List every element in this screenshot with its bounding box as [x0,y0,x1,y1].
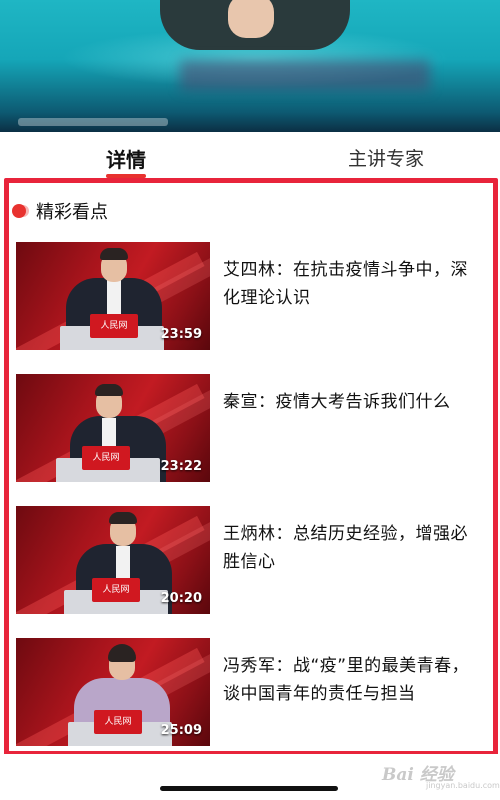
video-player-banner[interactable] [0,0,500,132]
speaker-hair [95,384,123,396]
video-duration: 23:59 [160,327,202,342]
baidu-watermark: Bai 经验 jingyan.baidu.com [382,760,500,794]
video-duration: 20:20 [160,591,202,606]
video-thumbnail[interactable]: 人民网 23:22 [16,374,210,482]
section-header: 精彩看点 [12,198,108,224]
video-title[interactable]: 冯秀军：战“疫”里的最美青春，谈中国青年的责任与担当 [223,652,485,708]
list-item[interactable]: 人民网 23:59 艾四林：在抗击疫情斗争中，深化理论认识 [16,242,486,350]
bottom-bar: Bai 经验 jingyan.baidu.com [0,754,500,800]
banner-blur [180,60,430,90]
tab-bar: 详情 主讲专家 [0,132,500,178]
speaker-hair [109,512,137,524]
podium-logo: 人民网 [92,578,140,602]
list-item[interactable]: 人民网 25:09 冯秀军：战“疫”里的最美青春，谈中国青年的责任与担当 [16,638,486,746]
video-thumbnail[interactable]: 人民网 25:09 [16,638,210,746]
speaker-hair [100,248,128,260]
watermark-sub: jingyan.baidu.com [426,781,500,790]
video-caption-bar [18,118,168,126]
home-indicator[interactable] [160,786,338,791]
tab-experts-label: 主讲专家 [348,148,425,170]
list-item[interactable]: 人民网 23:22 秦宣：疫情大考告诉我们什么 [16,374,486,482]
tab-experts[interactable]: 主讲专家 [348,144,424,171]
presenter-hand [228,0,274,38]
video-thumbnail[interactable]: 人民网 23:59 [16,242,210,350]
video-duration: 25:09 [160,723,202,738]
podium-logo: 人民网 [82,446,130,470]
video-title[interactable]: 艾四林：在抗击疫情斗争中，深化理论认识 [223,256,485,312]
highlights-list: 精彩看点 人民网 23:59 艾四林：在抗击疫情斗争中，深化理论认识 人民网 2… [0,178,500,754]
section-title: 精彩看点 [36,202,108,223]
list-item[interactable]: 人民网 20:20 王炳林：总结历史经验，增强必胜信心 [16,506,486,614]
podium-logo: 人民网 [94,710,142,734]
tab-details[interactable]: 详情 [106,144,146,178]
video-thumbnail[interactable]: 人民网 20:20 [16,506,210,614]
scrollbar[interactable] [493,280,496,480]
speaker-hair [108,644,136,662]
red-dot-icon [12,204,26,218]
video-duration: 23:22 [160,459,202,474]
video-title[interactable]: 王炳林：总结历史经验，增强必胜信心 [223,520,485,576]
speaker-shirt [107,280,121,314]
podium-logo: 人民网 [90,314,138,338]
speaker-shirt [116,546,130,580]
video-title[interactable]: 秦宣：疫情大考告诉我们什么 [223,388,485,416]
tab-details-label: 详情 [106,148,146,172]
